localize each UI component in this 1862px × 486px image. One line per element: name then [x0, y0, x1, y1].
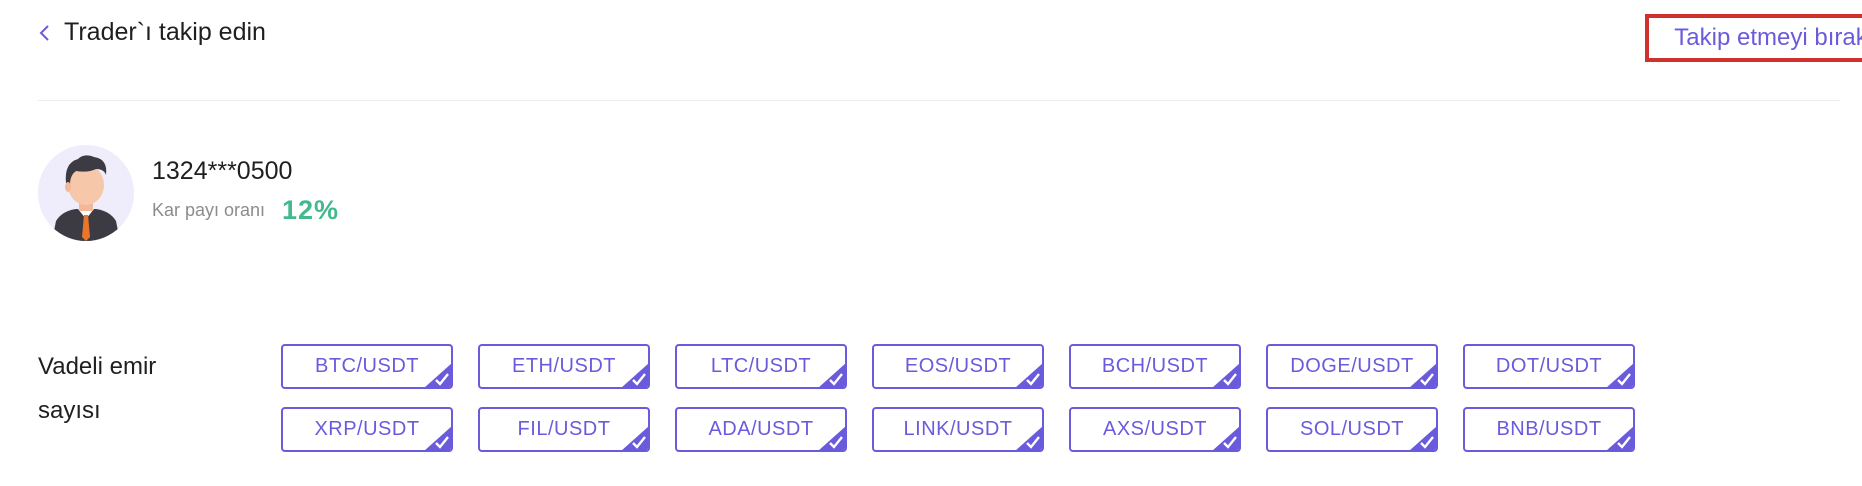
checkmark-icon	[1213, 426, 1239, 450]
pair-chip[interactable]: SOL/USDT	[1266, 407, 1438, 452]
pair-chip[interactable]: XRP/USDT	[281, 407, 453, 452]
pair-chip[interactable]: DOGE/USDT	[1266, 344, 1438, 389]
pair-label: DOT/USDT	[1495, 355, 1603, 377]
pair-chip[interactable]: EOS/USDT	[872, 344, 1044, 389]
trader-avatar-icon	[38, 145, 134, 241]
pair-label: BTC/USDT	[315, 355, 419, 377]
checkmark-icon	[1410, 363, 1436, 387]
checkmark-icon	[622, 363, 648, 387]
pair-grid: BTC/USDT ETH/USDT LTC/USDT EOS/USDT BCH/USDT…	[281, 344, 1635, 452]
pair-chip[interactable]: ADA/USDT	[675, 407, 847, 452]
pair-label: FIL/USDT	[517, 418, 611, 440]
checkmark-icon	[1607, 426, 1633, 450]
checkmark-icon	[425, 363, 451, 387]
chevron-left-icon	[39, 24, 49, 41]
profit-share-label: Kar payı oranı	[152, 200, 266, 220]
checkmark-icon	[622, 426, 648, 450]
pair-label: DOGE/USDT	[1290, 355, 1414, 377]
pair-chip[interactable]: BNB/USDT	[1463, 407, 1635, 452]
pair-label: EOS/USDT	[904, 355, 1012, 377]
pair-label: ADA/USDT	[708, 418, 814, 440]
pair-chip[interactable]: AXS/USDT	[1069, 407, 1241, 452]
futures-order-label: Vadeli emir sayısı	[38, 345, 198, 433]
header: Trader`ı takip edin Takip etmeyi bırak	[38, 14, 1862, 62]
pair-label: AXS/USDT	[1102, 418, 1208, 440]
page-title: Trader`ı takip edin	[64, 18, 266, 46]
pair-label: LTC/USDT	[710, 355, 812, 377]
checkmark-icon	[1016, 426, 1042, 450]
pair-label: XRP/USDT	[314, 418, 420, 440]
unfollow-button[interactable]: Takip etmeyi bırak	[1645, 14, 1862, 62]
futures-order-label-line2: sayısı	[38, 397, 101, 424]
checkmark-icon	[819, 363, 845, 387]
pair-chip[interactable]: BCH/USDT	[1069, 344, 1241, 389]
pair-chip[interactable]: LTC/USDT	[675, 344, 847, 389]
checkmark-icon	[1410, 426, 1436, 450]
checkmark-icon	[819, 426, 845, 450]
divider	[38, 100, 1840, 101]
trader-username: 1324***0500	[152, 157, 293, 185]
checkmark-icon	[1607, 363, 1633, 387]
pair-chip[interactable]: BTC/USDT	[281, 344, 453, 389]
pair-chip[interactable]: ETH/USDT	[478, 344, 650, 389]
checkmark-icon	[425, 426, 451, 450]
pair-chip[interactable]: DOT/USDT	[1463, 344, 1635, 389]
pair-label: BCH/USDT	[1101, 355, 1209, 377]
pair-label: LINK/USDT	[903, 418, 1013, 440]
pair-label: BNB/USDT	[1496, 418, 1602, 440]
back-button[interactable]: Trader`ı takip edin	[38, 18, 266, 47]
pair-chip[interactable]: LINK/USDT	[872, 407, 1044, 452]
pair-label: ETH/USDT	[512, 355, 616, 377]
avatar	[38, 145, 134, 241]
checkmark-icon	[1213, 363, 1239, 387]
futures-order-label-line1: Vadeli emir	[38, 353, 157, 380]
pair-label: SOL/USDT	[1299, 418, 1405, 440]
profit-share-value: 12%	[282, 195, 340, 225]
checkmark-icon	[1016, 363, 1042, 387]
pair-chip[interactable]: FIL/USDT	[478, 407, 650, 452]
